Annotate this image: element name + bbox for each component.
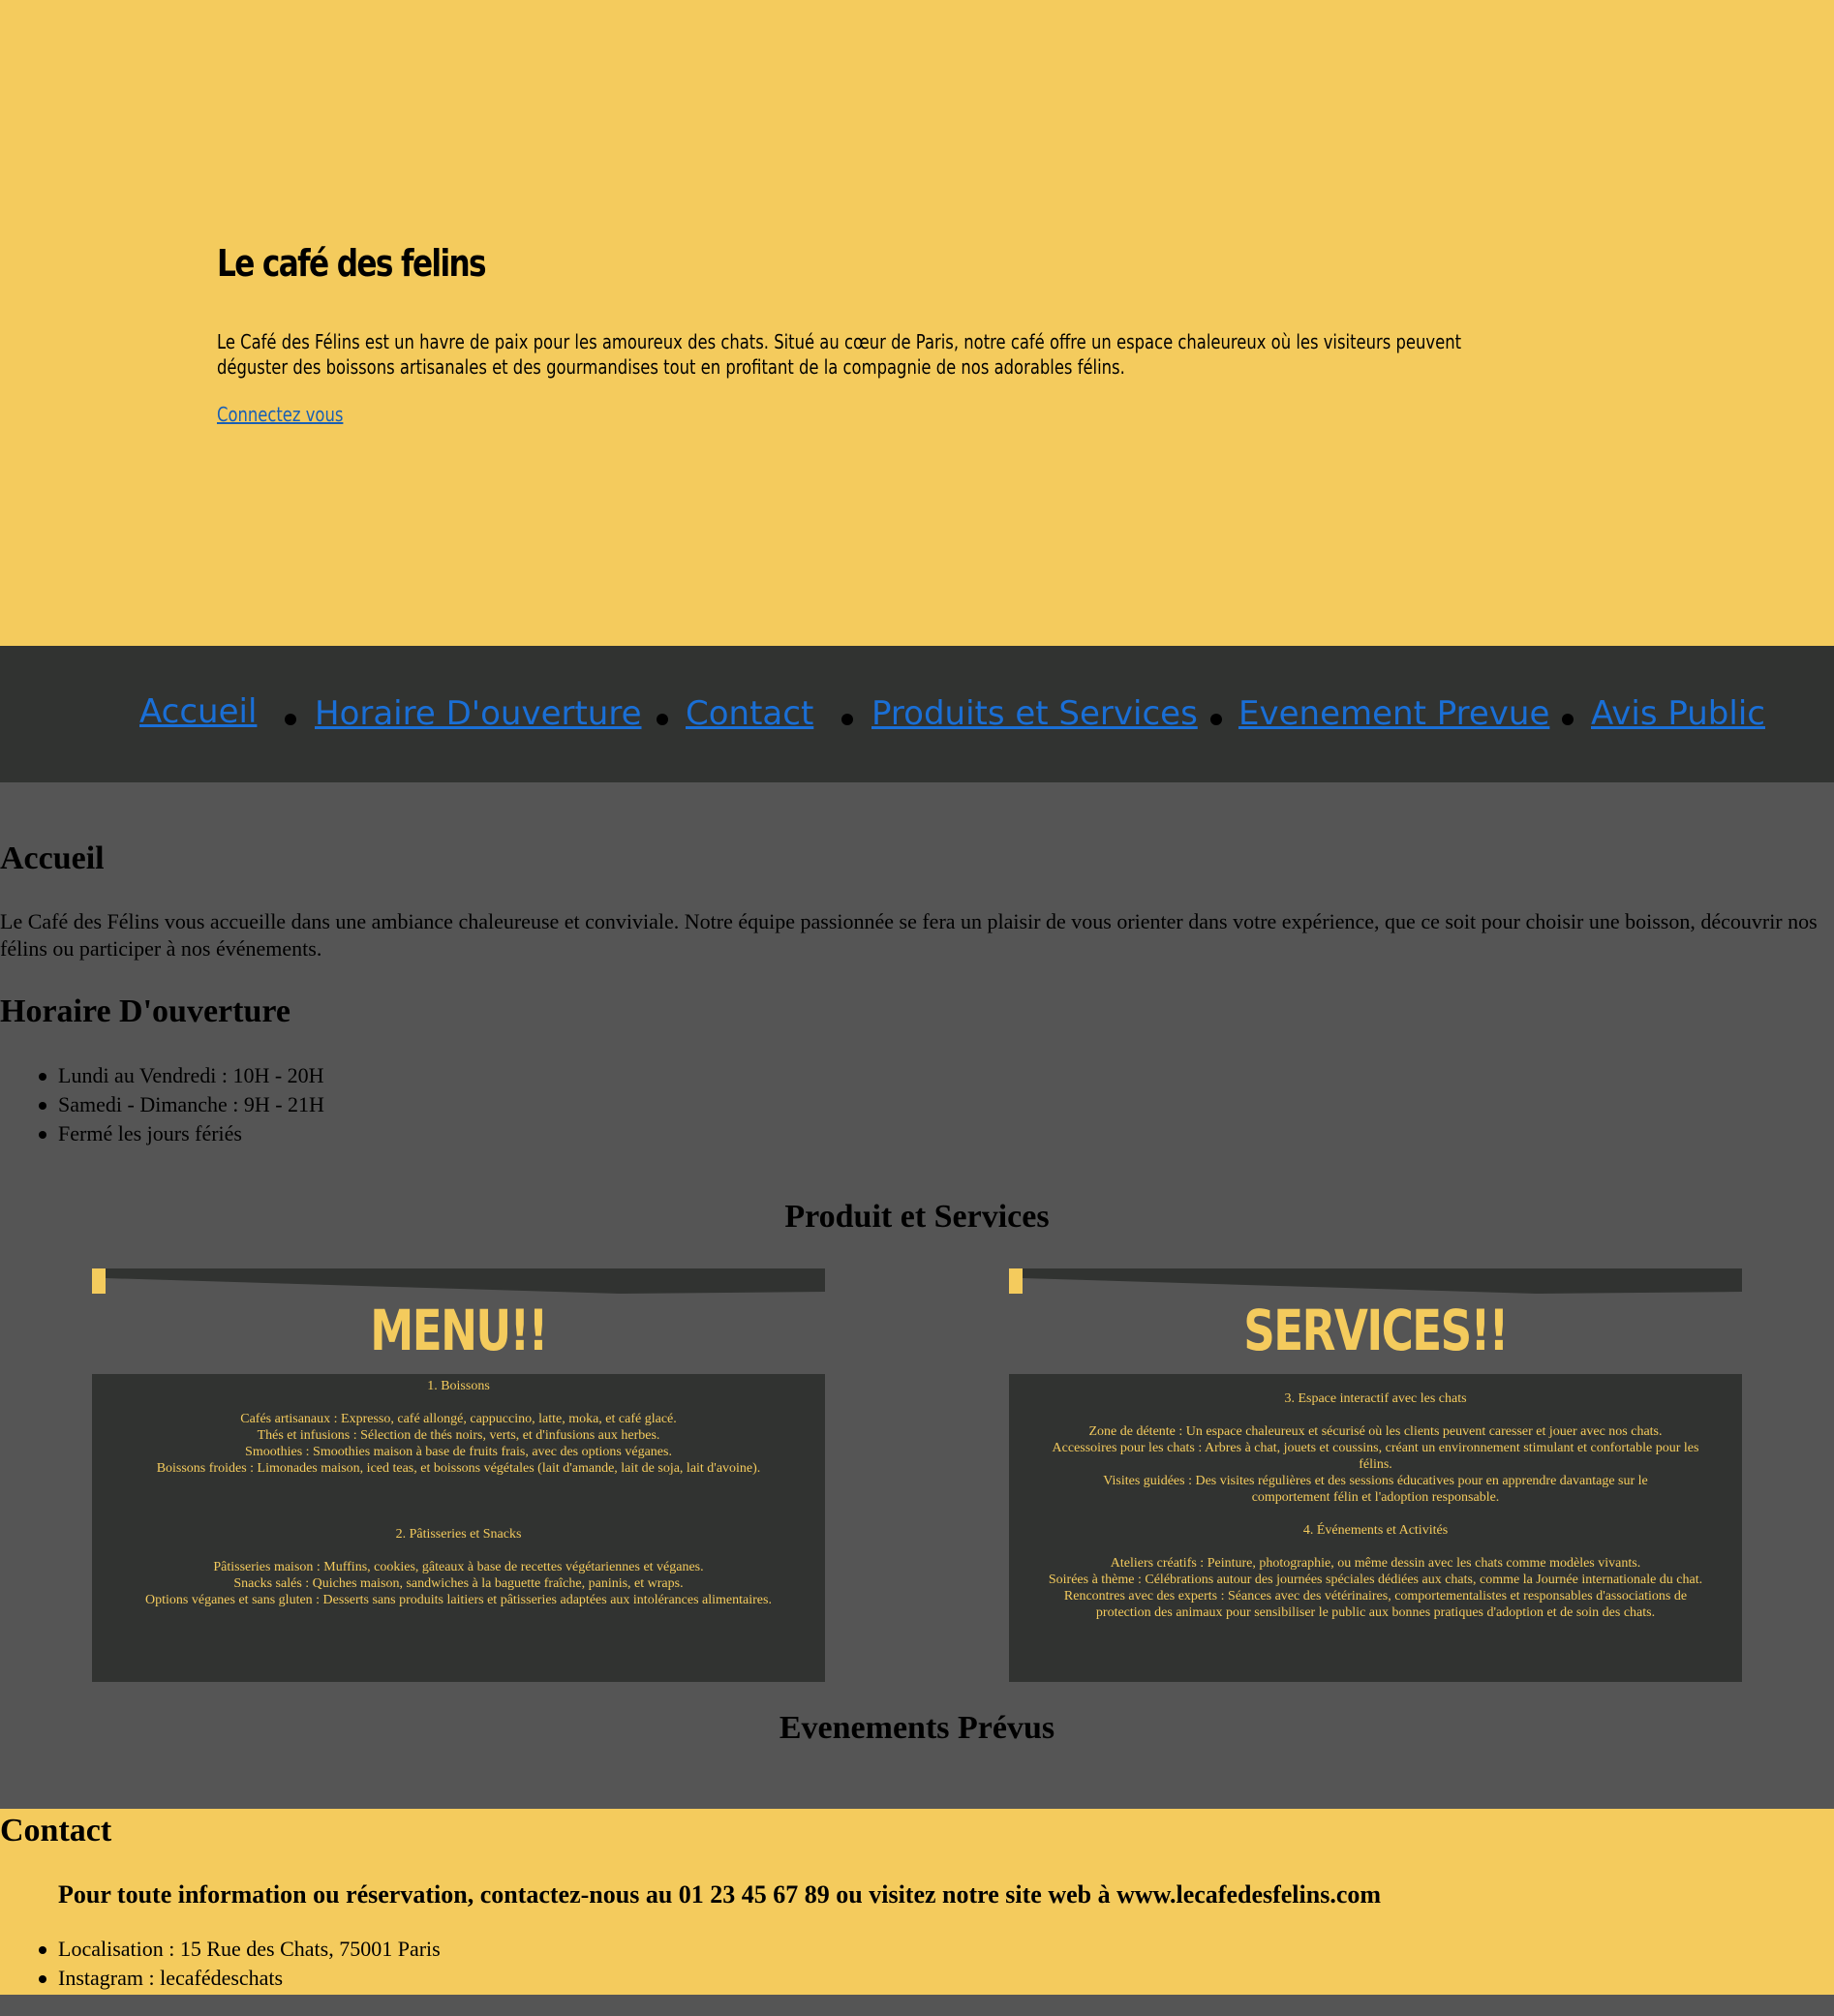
horaire-list: Lundi au Vendredi : 10H - 20H Samedi - D…: [0, 1061, 324, 1148]
contact-list: Localisation : 15 Rue des Chats, 75001 P…: [0, 1935, 441, 1993]
contact-subheading: Pour toute information ou réservation, c…: [58, 1880, 1382, 1909]
services-section-title: 4. Événements et Activités: [1302, 1523, 1449, 1538]
contact-section: Contact Pour toute information ou réserv…: [0, 1809, 1834, 1995]
nav-link-evenement[interactable]: Evenement Prevue: [1238, 694, 1549, 733]
menu-line: Options véganes et sans gluten : Dessert…: [145, 1593, 772, 1607]
list-item: Fermé les jours fériés: [0, 1119, 324, 1148]
produits-heading: Produit et Services: [784, 1199, 1050, 1235]
menu-line: Boissons froides : Limonades maison, ice…: [156, 1461, 761, 1476]
nav-link-contact[interactable]: Contact: [686, 694, 813, 733]
menu-content: 1. Boissons Cafés artisanaux : Expresso,…: [92, 1374, 825, 1682]
nav-bullet: [1210, 714, 1222, 725]
list-item: Instagram : lecafédeschats: [0, 1964, 441, 1993]
list-item: Localisation : 15 Rue des Chats, 75001 P…: [0, 1935, 441, 1964]
menu-title: MENU!!: [370, 1298, 548, 1363]
hero-banner: Le café des felins Le Café des Félins es…: [0, 0, 1834, 646]
list-item: Lundi au Vendredi : 10H - 20H: [0, 1061, 324, 1090]
services-section-title: 3. Espace interactif avec les chats: [1284, 1391, 1467, 1406]
contact-heading: Contact: [0, 1813, 112, 1848]
menu-section-title: 1. Boissons: [427, 1379, 490, 1393]
services-line: Ateliers créatifs : Peinture, photograph…: [1110, 1556, 1641, 1571]
card-header-bar: [106, 1268, 825, 1294]
services-line: Visites guidées : Des visites régulières…: [1103, 1474, 1648, 1505]
menu-line: Smoothies : Smoothies maison à base de f…: [245, 1445, 672, 1459]
login-link[interactable]: Connectez vous: [217, 403, 343, 426]
menu-card: MENU!! 1. Boissons Cafés artisanaux : Ex…: [92, 1268, 825, 1682]
services-line: Accessoires pour les chats : Arbres à ch…: [1052, 1441, 1699, 1472]
nav-link-horaire[interactable]: Horaire D'ouverture: [315, 694, 642, 733]
nav-link-accueil[interactable]: Accueil: [139, 692, 257, 731]
menu-line: Pâtisseries maison : Muffins, cookies, g…: [213, 1560, 704, 1574]
nav-link-produits[interactable]: Produits et Services: [871, 694, 1198, 733]
services-line: Soirées à thème : Célébrations autour de…: [1048, 1573, 1703, 1587]
card-tab-marker: [1009, 1268, 1023, 1294]
main-navigation: Accueil Horaire D'ouverture Contact Prod…: [0, 646, 1834, 782]
accueil-text: Le Café des Félins vous accueille dans u…: [0, 909, 1818, 961]
menu-line: Cafés artisanaux : Expresso, café allong…: [240, 1412, 677, 1426]
nav-link-avis[interactable]: Avis Public: [1591, 694, 1765, 733]
services-line: Zone de détente : Un espace chaleureux e…: [1088, 1424, 1663, 1439]
horaire-heading: Horaire D'ouverture: [0, 993, 290, 1029]
nav-bullet: [841, 714, 853, 725]
evenements-heading: Evenements Prévus: [779, 1710, 1055, 1746]
list-item: Samedi - Dimanche : 9H - 21H: [0, 1090, 324, 1119]
menu-line: Snacks salés : Quiches maison, sandwiche…: [233, 1576, 684, 1591]
nav-bullet: [657, 714, 668, 725]
hero-description: Le Café des Félins est un havre de paix …: [217, 330, 1462, 379]
services-card: SERVICES!! 3. Espace interactif avec les…: [1009, 1268, 1742, 1682]
menu-line: Thés et infusions : Sélection de thés no…: [257, 1428, 660, 1443]
accueil-heading: Accueil: [0, 840, 105, 876]
menu-section-title: 2. Pâtisseries et Snacks: [395, 1527, 522, 1542]
services-title: SERVICES!!: [1243, 1298, 1509, 1363]
services-content: 3. Espace interactif avec les chats Zone…: [1009, 1374, 1742, 1682]
site-title: Le café des felins: [217, 242, 487, 285]
card-tab-marker: [92, 1268, 106, 1294]
card-header-bar: [1023, 1268, 1742, 1294]
services-line: Rencontres avec des experts : Séances av…: [1063, 1589, 1688, 1620]
nav-bullet: [1562, 714, 1574, 725]
nav-bullet: [285, 714, 296, 725]
